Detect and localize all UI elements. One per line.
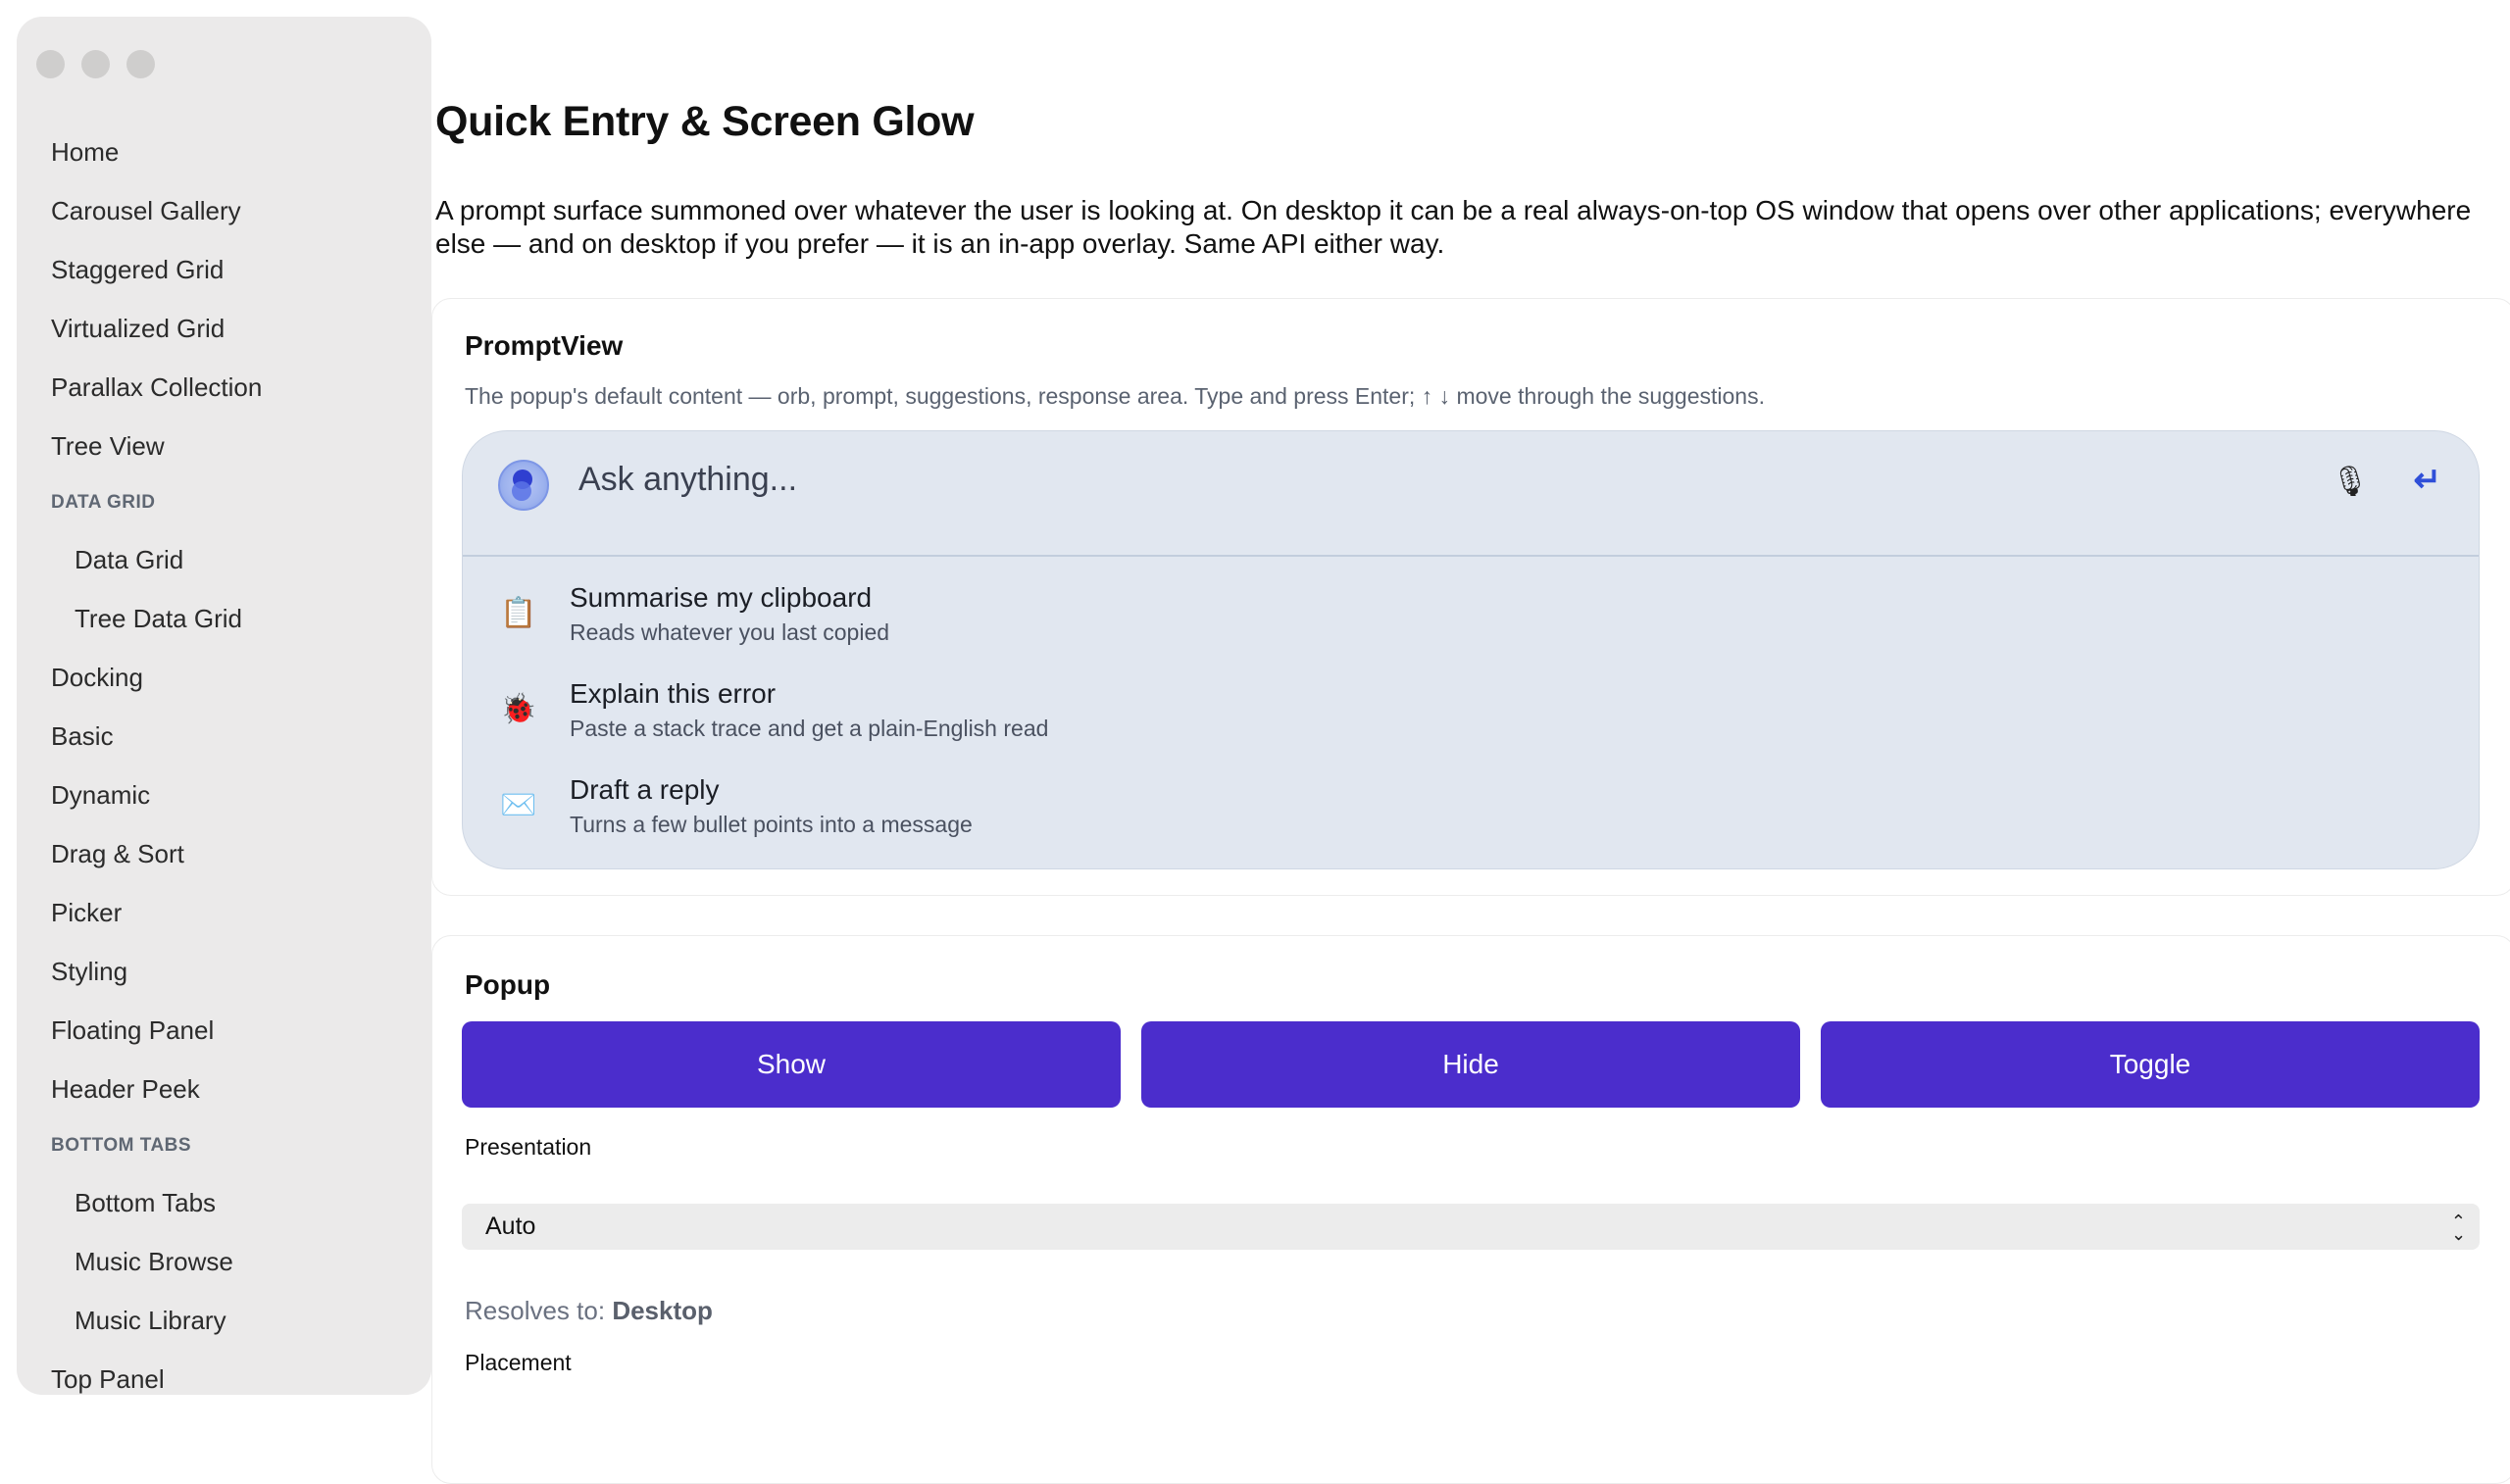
show-button[interactable]: Show	[462, 1021, 1121, 1108]
sidebar-nav: Home Carousel Gallery Staggered Grid Virtua…	[17, 123, 431, 1409]
sidebar-item-carousel-gallery[interactable]: Carousel Gallery	[17, 181, 431, 240]
hide-button[interactable]: Hide	[1141, 1021, 1800, 1108]
sidebar-item-tree-data-grid[interactable]: Tree Data Grid	[17, 589, 431, 648]
resolves-value: Desktop	[612, 1296, 713, 1325]
sidebar-item-bottom-tabs[interactable]: Bottom Tabs	[17, 1173, 431, 1232]
suggestion-draft-reply[interactable]: ✉️ Draft a reply Turns a few bullet poin…	[463, 768, 2479, 863]
clipboard-icon: 📋	[500, 597, 537, 629]
resolves-to-text: Resolves to: Desktop	[465, 1296, 713, 1326]
popup-card: Popup Show Hide Toggle Presentation Auto…	[431, 935, 2510, 1484]
sidebar-item-parallax-collection[interactable]: Parallax Collection	[17, 358, 431, 417]
sidebar-item-music-browse[interactable]: Music Browse	[17, 1232, 431, 1291]
popup-title: Popup	[465, 969, 551, 1000]
resolves-prefix: Resolves to:	[465, 1296, 606, 1325]
bug-icon: 🐞	[500, 693, 537, 725]
page-description: A prompt surface summoned over whatever …	[435, 195, 2472, 259]
sidebar-item-tree-view[interactable]: Tree View	[17, 417, 431, 475]
suggestion-description: Paste a stack trace and get a plain-Engl…	[570, 716, 1049, 741]
microphone-icon[interactable]: 🎙	[2332, 465, 2369, 499]
sidebar-item-picker[interactable]: Picker	[17, 883, 431, 942]
sidebar-item-music-library[interactable]: Music Library	[17, 1291, 431, 1350]
minimize-window-button[interactable]	[81, 50, 110, 78]
sidebar-section-bottom-tabs: BOTTOM TABS	[51, 1135, 192, 1156]
sidebar-item-drag-sort[interactable]: Drag & Sort	[17, 824, 431, 883]
prompt-input-row: 🎙 ↵	[463, 431, 2479, 557]
suggestion-title: Explain this error	[570, 678, 777, 709]
presentation-label: Presentation	[465, 1134, 592, 1160]
suggestion-title: Summarise my clipboard	[570, 582, 873, 613]
window-controls	[36, 50, 155, 78]
suggestion-description: Reads whatever you last copied	[570, 619, 890, 645]
sidebar-item-styling[interactable]: Styling	[17, 942, 431, 1001]
sidebar-item-header-peek[interactable]: Header Peek	[17, 1060, 431, 1118]
sidebar-item-staggered-grid[interactable]: Staggered Grid	[17, 240, 431, 299]
sidebar-item-basic[interactable]: Basic	[17, 707, 431, 766]
close-window-button[interactable]	[36, 50, 65, 78]
presentation-select[interactable]: Auto ⌃ ⌃	[462, 1204, 2480, 1250]
sidebar: Home Carousel Gallery Staggered Grid Virtua…	[17, 17, 431, 1395]
suggestion-title: Draft a reply	[570, 774, 720, 805]
placement-label: Placement	[465, 1350, 572, 1375]
enter-icon[interactable]: ↵	[2414, 461, 2442, 500]
promptview-subtitle: The popup's default content — orb, promp…	[465, 383, 1765, 409]
promptview-title: PromptView	[465, 330, 624, 361]
sidebar-item-data-grid[interactable]: Data Grid	[17, 530, 431, 589]
prompt-input[interactable]	[578, 455, 2245, 504]
orb-icon	[498, 460, 549, 511]
suggestion-summarise-clipboard[interactable]: 📋 Summarise my clipboard Reads whatever …	[463, 576, 2479, 670]
chevron-updown-icon: ⌃ ⌃	[2450, 1212, 2466, 1243]
suggestion-explain-error[interactable]: 🐞 Explain this error Paste a stack trace…	[463, 672, 2479, 767]
zoom-window-button[interactable]	[126, 50, 155, 78]
sidebar-item-docking[interactable]: Docking	[17, 648, 431, 707]
main-content: Quick Entry & Screen Glow A prompt surfa…	[431, 0, 2510, 1484]
prompt-panel: 🎙 ↵ 📋 Summarise my clipboard Reads whate…	[462, 430, 2480, 869]
sidebar-item-virtualized-grid[interactable]: Virtualized Grid	[17, 299, 431, 358]
presentation-select-value: Auto	[485, 1212, 536, 1240]
sidebar-section-data-grid: DATA GRID	[51, 492, 156, 513]
suggestion-description: Turns a few bullet points into a message	[570, 812, 973, 837]
page-title: Quick Entry & Screen Glow	[435, 98, 975, 145]
sidebar-item-dynamic[interactable]: Dynamic	[17, 766, 431, 824]
popup-button-row: Show Hide Toggle	[462, 1021, 2480, 1108]
toggle-button[interactable]: Toggle	[1821, 1021, 2480, 1108]
sidebar-item-floating-panel[interactable]: Floating Panel	[17, 1001, 431, 1060]
sidebar-item-top-panel[interactable]: Top Panel	[17, 1350, 431, 1409]
promptview-card: PromptView The popup's default content —…	[431, 298, 2510, 896]
sidebar-item-home[interactable]: Home	[17, 123, 431, 181]
envelope-icon: ✉️	[500, 789, 537, 821]
